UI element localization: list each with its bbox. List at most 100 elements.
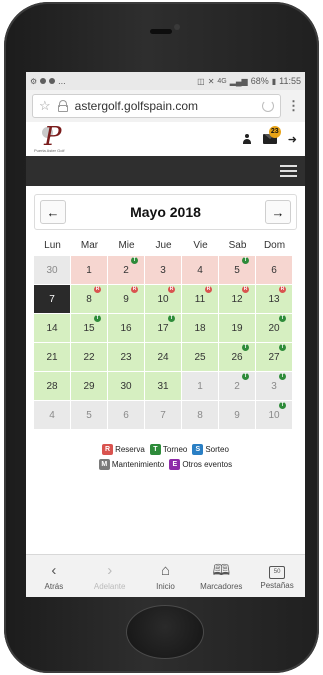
- day-number: 26: [231, 351, 243, 363]
- next-month-button[interactable]: →: [264, 200, 291, 224]
- tournament-marker[interactable]: T: [131, 257, 138, 264]
- home-button[interactable]: ⌂ Inicio: [139, 562, 191, 591]
- user-icon[interactable]: [242, 134, 252, 144]
- day-cell[interactable]: 15 T: [71, 314, 108, 343]
- day-cell[interactable]: 6: [108, 401, 145, 430]
- day-cell[interactable]: 8: [182, 401, 219, 430]
- day-cell[interactable]: 12 R: [219, 285, 256, 314]
- day-cell[interactable]: 27 T: [256, 343, 293, 372]
- legend-swatch: R: [102, 444, 114, 455]
- day-number: 1: [86, 264, 92, 276]
- tournament-marker[interactable]: T: [279, 315, 286, 322]
- home-hardware-button[interactable]: [126, 605, 204, 659]
- day-cell[interactable]: 7: [34, 285, 71, 314]
- hamburger-menu-icon[interactable]: [280, 165, 297, 177]
- day-cell[interactable]: 31: [145, 372, 182, 401]
- reservation-marker[interactable]: R: [94, 286, 101, 293]
- day-cell[interactable]: 24: [145, 343, 182, 372]
- day-cell[interactable]: 9R: [108, 285, 145, 314]
- day-cell[interactable]: 9: [219, 401, 256, 430]
- legend: R Reserva T Torneo S Sorteo M Mantenimiento E Ot…: [34, 444, 297, 470]
- reservation-marker[interactable]: R: [131, 286, 138, 293]
- day-cell[interactable]: 11 R: [182, 285, 219, 314]
- day-cell[interactable]: 30: [108, 372, 145, 401]
- day-cell[interactable]: 2T: [108, 256, 145, 285]
- calendar: ← Mayo 2018 → Lun Mar Mie Jue Vie Sab Dom 30 1 2…: [26, 186, 305, 470]
- tournament-marker[interactable]: T: [279, 402, 286, 409]
- tournament-marker[interactable]: T: [279, 373, 286, 380]
- day-cell[interactable]: 23: [108, 343, 145, 372]
- day-number: 24: [157, 351, 169, 363]
- day-cell[interactable]: 22: [71, 343, 108, 372]
- day-number: 4: [197, 264, 203, 276]
- day-cell[interactable]: 3T: [256, 372, 293, 401]
- day-cell[interactable]: 1: [71, 256, 108, 285]
- signal-icon: ▂▄▆: [229, 76, 248, 86]
- reservation-marker[interactable]: R: [279, 286, 286, 293]
- day-cell[interactable]: 30: [34, 256, 71, 285]
- phone-screen: ⚙ ... ◫ ✕ 4G ▂▄▆ 68% ▮ 11:55 ☆ astergolf…: [26, 72, 305, 597]
- logout-icon[interactable]: ➜: [288, 133, 297, 146]
- day-number: 16: [120, 322, 132, 334]
- day-cell[interactable]: 5T: [219, 256, 256, 285]
- day-number: 19: [231, 322, 243, 334]
- day-number: 29: [83, 380, 95, 392]
- url-text[interactable]: astergolf.golfspain.com: [75, 99, 255, 113]
- day-cell[interactable]: 4: [182, 256, 219, 285]
- day-cell[interactable]: 10 T: [256, 401, 293, 430]
- day-cell[interactable]: 8R: [71, 285, 108, 314]
- day-number: 11: [194, 293, 206, 305]
- day-cell[interactable]: 26 T: [219, 343, 256, 372]
- day-cell[interactable]: 6: [256, 256, 293, 285]
- tournament-marker[interactable]: T: [242, 344, 249, 351]
- tournament-marker[interactable]: T: [94, 315, 101, 322]
- day-cell[interactable]: 25: [182, 343, 219, 372]
- day-number: 9: [234, 409, 240, 421]
- day-cell[interactable]: 14: [34, 314, 71, 343]
- day-cell[interactable]: 18: [182, 314, 219, 343]
- tabs-button[interactable]: 50 Pestañas: [251, 563, 303, 590]
- bookmark-star-icon[interactable]: ☆: [39, 98, 51, 114]
- back-button[interactable]: ‹ Atrás: [28, 562, 80, 591]
- forward-button[interactable]: › Adelante: [84, 562, 136, 591]
- logo-text: Puerta Aster Golf: [34, 148, 65, 153]
- day-cell[interactable]: 20 T: [256, 314, 293, 343]
- day-cell[interactable]: 10 R: [145, 285, 182, 314]
- browser-menu-icon[interactable]: ⋮: [287, 98, 300, 114]
- day-number: 8: [86, 293, 92, 305]
- address-bar[interactable]: ☆ astergolf.golfspain.com: [32, 94, 281, 118]
- site-header: P Puerta Aster Golf 23 ➜: [26, 122, 305, 156]
- day-number: 31: [157, 380, 169, 392]
- bookmarks-button[interactable]: 🕮 Marcadores: [195, 562, 247, 591]
- tournament-marker[interactable]: T: [279, 344, 286, 351]
- tournament-marker[interactable]: T: [242, 373, 249, 380]
- day-cell[interactable]: 16: [108, 314, 145, 343]
- day-cell[interactable]: 7: [145, 401, 182, 430]
- day-cell[interactable]: 1: [182, 372, 219, 401]
- day-cell[interactable]: 29: [71, 372, 108, 401]
- reservation-marker[interactable]: R: [242, 286, 249, 293]
- day-cell[interactable]: 13 R: [256, 285, 293, 314]
- status-more-text: ...: [58, 76, 66, 86]
- day-cell[interactable]: 21: [34, 343, 71, 372]
- reload-icon[interactable]: [262, 100, 274, 112]
- day-cell[interactable]: 5: [71, 401, 108, 430]
- day-cell[interactable]: 17 T: [145, 314, 182, 343]
- prev-month-button[interactable]: ←: [40, 200, 66, 224]
- back-label: Atrás: [44, 581, 64, 591]
- network-type: 4G: [217, 77, 227, 85]
- reservation-marker[interactable]: R: [168, 286, 175, 293]
- day-cell[interactable]: 28: [34, 372, 71, 401]
- site-logo[interactable]: P Puerta Aster Golf: [34, 124, 84, 154]
- tournament-marker[interactable]: T: [242, 257, 249, 264]
- messages-button[interactable]: 23: [262, 126, 281, 144]
- day-cell[interactable]: 4: [34, 401, 71, 430]
- day-cell[interactable]: 2T: [219, 372, 256, 401]
- reservation-marker[interactable]: R: [205, 286, 212, 293]
- tournament-marker[interactable]: T: [168, 315, 175, 322]
- day-number: 2: [123, 264, 129, 276]
- day-number: 13: [268, 293, 280, 305]
- day-cell[interactable]: 3: [145, 256, 182, 285]
- bookmarks-label: Marcadores: [200, 581, 243, 591]
- day-cell[interactable]: 19: [219, 314, 256, 343]
